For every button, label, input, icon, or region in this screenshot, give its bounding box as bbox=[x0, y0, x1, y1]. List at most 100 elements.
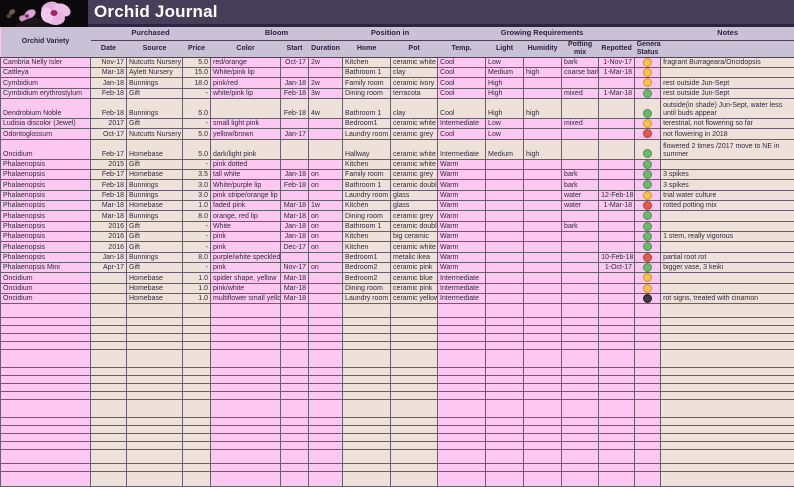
cell-potting[interactable] bbox=[562, 273, 599, 283]
cell-pot[interactable]: ceramic white bbox=[391, 159, 438, 169]
cell-humidity[interactable] bbox=[524, 180, 562, 190]
cell-pot[interactable]: glass bbox=[391, 200, 438, 210]
cell-status[interactable] bbox=[635, 211, 661, 221]
cell-temp[interactable]: Warm bbox=[438, 211, 486, 221]
cell-light[interactable] bbox=[486, 200, 524, 210]
cell-empty-light[interactable] bbox=[486, 472, 524, 487]
group-header-notes[interactable]: Notes bbox=[661, 27, 794, 40]
cell-empty-duration[interactable] bbox=[309, 342, 343, 350]
cell-price[interactable]: 18.0 bbox=[183, 78, 211, 88]
cell-temp[interactable]: Cool bbox=[438, 88, 486, 98]
cell-source[interactable]: Bunnings bbox=[127, 180, 183, 190]
cell-empty-pot[interactable] bbox=[391, 334, 438, 342]
cell-duration[interactable]: 1w bbox=[309, 200, 343, 210]
cell-empty-variety[interactable] bbox=[1, 426, 91, 434]
cell-empty-pot[interactable] bbox=[391, 368, 438, 376]
cell-empty-notes[interactable] bbox=[661, 368, 794, 376]
cell-potting[interactable] bbox=[562, 129, 599, 139]
cell-variety[interactable]: Phalaenopsis bbox=[1, 221, 91, 231]
cell-source[interactable]: Homebase bbox=[127, 273, 183, 283]
cell-empty-start[interactable] bbox=[281, 472, 309, 487]
group-header-spacer[interactable] bbox=[635, 27, 661, 40]
cell-source[interactable]: Homebase bbox=[127, 139, 183, 159]
cell-empty-status[interactable] bbox=[635, 426, 661, 434]
cell-date[interactable]: Feb-17 bbox=[91, 139, 127, 159]
cell-empty-color[interactable] bbox=[211, 334, 281, 342]
cell-humidity[interactable] bbox=[524, 190, 562, 200]
cell-empty-source[interactable] bbox=[127, 376, 183, 384]
cell-notes[interactable]: 3 spikes bbox=[661, 169, 794, 179]
cell-repotted[interactable] bbox=[599, 211, 635, 221]
col-header-price[interactable]: Price bbox=[183, 40, 211, 57]
cell-source[interactable]: Bunnings bbox=[127, 78, 183, 88]
cell-empty-light[interactable] bbox=[486, 350, 524, 368]
cell-empty-repotted[interactable] bbox=[599, 326, 635, 334]
cell-start[interactable]: Feb-18 bbox=[281, 88, 309, 98]
cell-empty-repotted[interactable] bbox=[599, 434, 635, 442]
cell-empty-repotted[interactable] bbox=[599, 304, 635, 318]
cell-empty-humidity[interactable] bbox=[524, 434, 562, 442]
col-header-pot[interactable]: Pot bbox=[391, 40, 438, 57]
cell-color[interactable]: pink bbox=[211, 242, 281, 252]
cell-empty-variety[interactable] bbox=[1, 350, 91, 368]
cell-start[interactable]: Feb-18 bbox=[281, 98, 309, 118]
cell-temp[interactable]: Warm bbox=[438, 169, 486, 179]
cell-duration[interactable]: 2w bbox=[309, 78, 343, 88]
cell-start[interactable] bbox=[281, 67, 309, 77]
cell-empty-price[interactable] bbox=[183, 418, 211, 426]
cell-empty-date[interactable] bbox=[91, 334, 127, 342]
cell-empty-home[interactable] bbox=[343, 368, 391, 376]
cell-repotted[interactable] bbox=[599, 231, 635, 241]
cell-potting[interactable] bbox=[562, 211, 599, 221]
cell-duration[interactable] bbox=[309, 294, 343, 304]
cell-empty-variety[interactable] bbox=[1, 368, 91, 376]
cell-empty-duration[interactable] bbox=[309, 450, 343, 464]
cell-status[interactable] bbox=[635, 129, 661, 139]
cell-empty-price[interactable] bbox=[183, 400, 211, 418]
cell-color[interactable]: pink bbox=[211, 231, 281, 241]
cell-repotted[interactable]: 1-Oct-17 bbox=[599, 263, 635, 273]
cell-start[interactable]: Oct-17 bbox=[281, 57, 309, 67]
cell-empty-humidity[interactable] bbox=[524, 400, 562, 418]
col-header-start[interactable]: Start bbox=[281, 40, 309, 57]
cell-price[interactable]: 15.0 bbox=[183, 67, 211, 77]
cell-source[interactable]: Homebase bbox=[127, 294, 183, 304]
cell-home[interactable]: Hallway bbox=[343, 139, 391, 159]
cell-start[interactable]: Mar-18 bbox=[281, 273, 309, 283]
cell-empty-source[interactable] bbox=[127, 464, 183, 472]
cell-pot[interactable]: ceramic ivory bbox=[391, 78, 438, 88]
cell-start[interactable]: Mar-18 bbox=[281, 211, 309, 221]
cell-variety[interactable]: Oncidium bbox=[1, 283, 91, 293]
group-header-position-in[interactable]: Position in bbox=[343, 27, 438, 40]
cell-duration[interactable]: 3w bbox=[309, 88, 343, 98]
cell-home[interactable]: Dining room bbox=[343, 88, 391, 98]
cell-start[interactable]: Jan-18 bbox=[281, 78, 309, 88]
cell-date[interactable] bbox=[91, 283, 127, 293]
cell-date[interactable]: Mar-18 bbox=[91, 67, 127, 77]
cell-source[interactable]: Gift bbox=[127, 263, 183, 273]
col-header-source[interactable]: Source bbox=[127, 40, 183, 57]
cell-empty-duration[interactable] bbox=[309, 400, 343, 418]
cell-empty-color[interactable] bbox=[211, 400, 281, 418]
cell-temp[interactable]: Cool bbox=[438, 57, 486, 67]
cell-empty-notes[interactable] bbox=[661, 464, 794, 472]
cell-variety[interactable]: Cambria Nelly Isler bbox=[1, 57, 91, 67]
cell-potting[interactable]: water bbox=[562, 200, 599, 210]
cell-notes[interactable] bbox=[661, 242, 794, 252]
cell-empty-temp[interactable] bbox=[438, 326, 486, 334]
cell-pot[interactable]: ceramic grey bbox=[391, 169, 438, 179]
cell-empty-color[interactable] bbox=[211, 304, 281, 318]
cell-empty-color[interactable] bbox=[211, 326, 281, 334]
cell-duration[interactable] bbox=[309, 252, 343, 262]
cell-light[interactable]: Medium bbox=[486, 139, 524, 159]
cell-pot[interactable]: big ceramic bbox=[391, 231, 438, 241]
cell-home[interactable]: Bedroom2 bbox=[343, 263, 391, 273]
cell-empty-duration[interactable] bbox=[309, 368, 343, 376]
cell-empty-notes[interactable] bbox=[661, 442, 794, 450]
cell-potting[interactable]: mixed bbox=[562, 88, 599, 98]
cell-duration[interactable] bbox=[309, 139, 343, 159]
cell-empty-duration[interactable] bbox=[309, 384, 343, 392]
cell-empty-potting[interactable] bbox=[562, 350, 599, 368]
cell-empty-variety[interactable] bbox=[1, 318, 91, 326]
cell-empty-variety[interactable] bbox=[1, 442, 91, 450]
